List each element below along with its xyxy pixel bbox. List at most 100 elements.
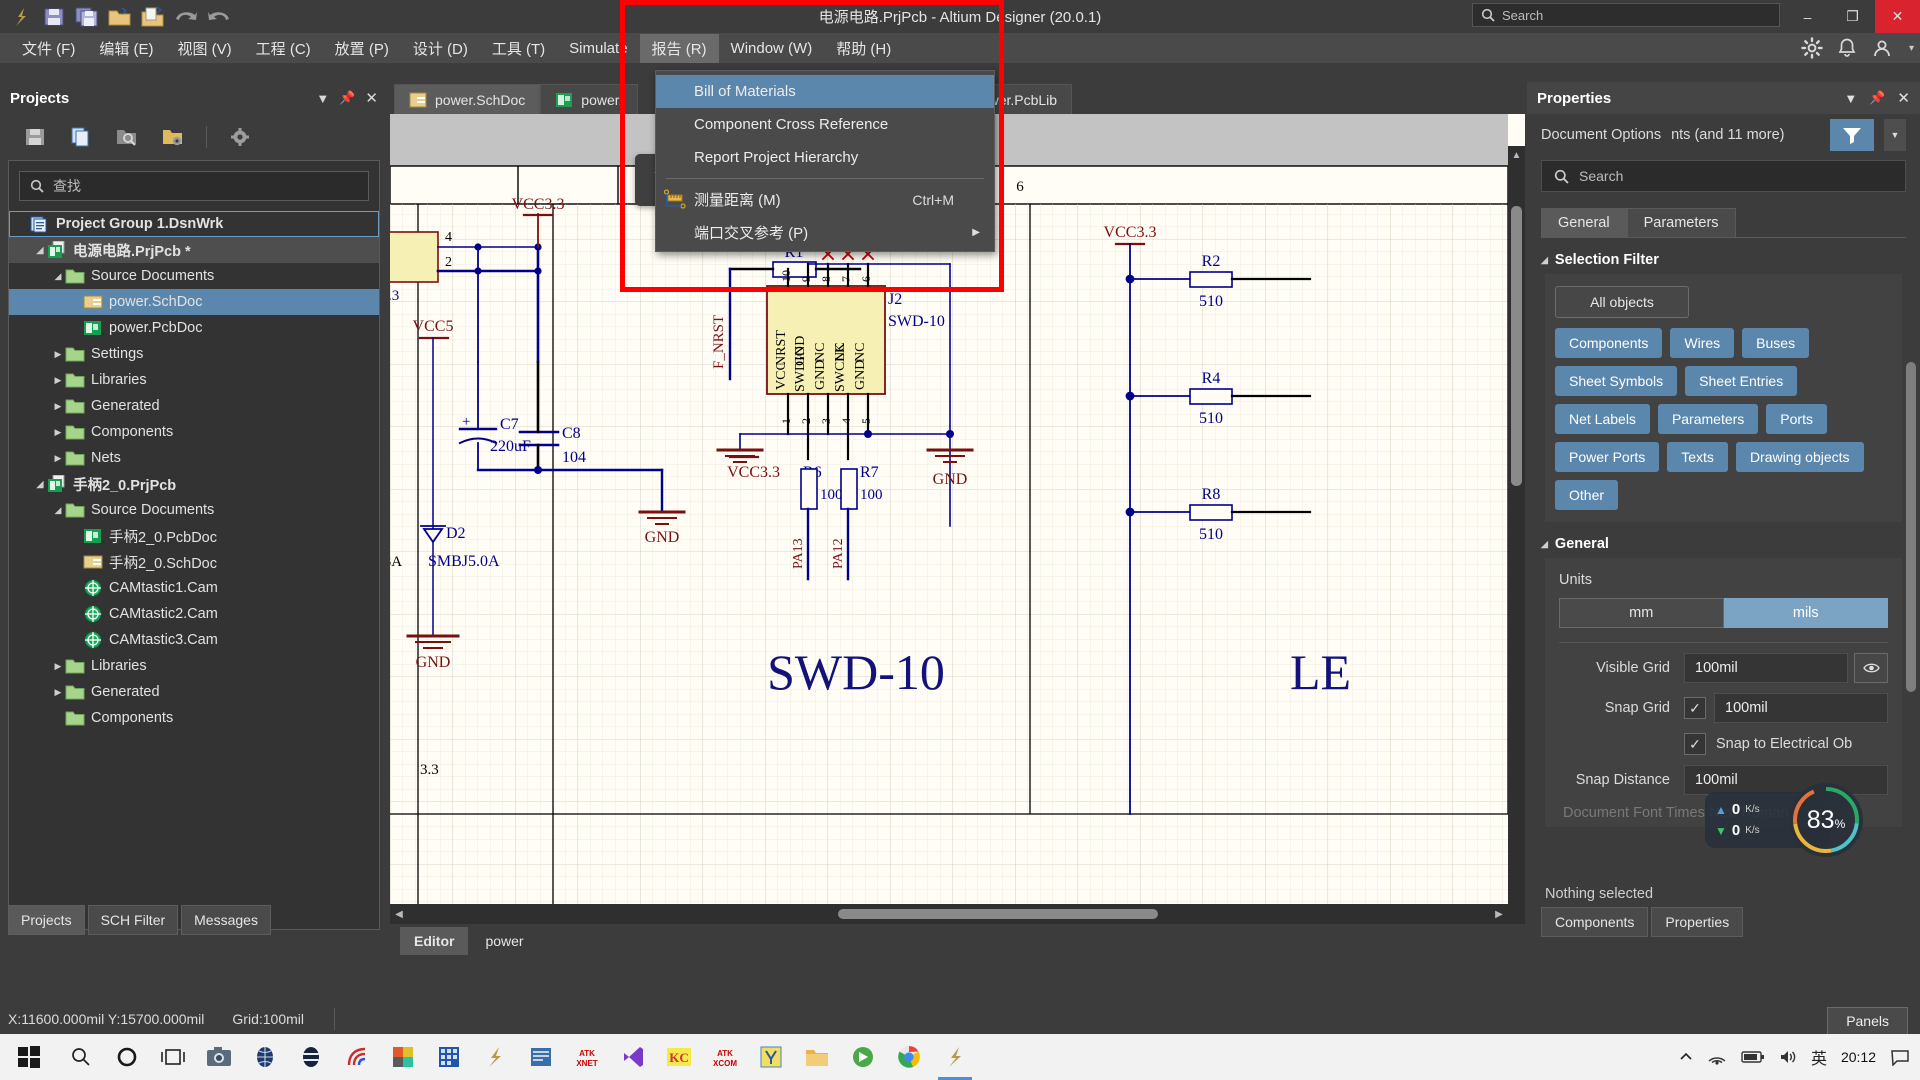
tree-collapse-caret-icon[interactable]: ▶ bbox=[51, 661, 65, 672]
search-folder-icon[interactable] bbox=[114, 124, 140, 150]
filter-chip-components[interactable]: Components bbox=[1555, 328, 1662, 358]
menu-help[interactable]: 帮助 (H) bbox=[824, 34, 903, 63]
tray-chevron-icon[interactable] bbox=[1679, 1050, 1693, 1064]
settings-gear-icon[interactable] bbox=[1801, 37, 1823, 59]
app-red-swirl-icon[interactable] bbox=[334, 1034, 380, 1080]
scroll-right-arrow-icon[interactable]: ▶ bbox=[1490, 904, 1508, 924]
panel-dropdown-icon[interactable]: ▼ bbox=[316, 91, 329, 106]
menu-file[interactable]: 文件 (F) bbox=[10, 34, 87, 63]
tree-item[interactable]: 手柄2_0.PcbDoc bbox=[9, 523, 379, 549]
visible-grid-eye-icon[interactable] bbox=[1854, 653, 1888, 683]
tab-parameters[interactable]: Parameters bbox=[1627, 208, 1736, 237]
doc-tab-power-schdoc[interactable]: power.SchDoc bbox=[394, 84, 540, 114]
tree-item[interactable]: ▶Libraries bbox=[9, 653, 379, 679]
app-globe-icon[interactable] bbox=[242, 1034, 288, 1080]
menu-report[interactable]: 报告 (R) bbox=[640, 34, 719, 63]
task-view-icon[interactable] bbox=[150, 1034, 196, 1080]
tab-properties[interactable]: Properties bbox=[1651, 907, 1743, 937]
undo-icon[interactable] bbox=[171, 3, 201, 31]
menu-window[interactable]: Window (W) bbox=[719, 36, 825, 61]
user-account-icon[interactable] bbox=[1871, 37, 1895, 59]
tab-projects[interactable]: Projects bbox=[8, 905, 85, 935]
taskbar-clock[interactable]: 20:12 bbox=[1841, 1049, 1876, 1065]
menu-bill-of-materials[interactable]: Bill of Materials bbox=[656, 75, 994, 108]
menu-measure-distance[interactable]: 测量距离 (M) Ctrl+M bbox=[656, 183, 994, 216]
filter-chip-net-labels[interactable]: Net Labels bbox=[1555, 404, 1650, 434]
tree-expand-caret-icon[interactable]: ◢ bbox=[33, 479, 47, 490]
units-mm-option[interactable]: mm bbox=[1559, 598, 1724, 628]
tree-item[interactable]: Components bbox=[9, 705, 379, 731]
canvas-horizontal-scrollbar[interactable]: ◀ ▶ bbox=[390, 904, 1508, 924]
notification-icon[interactable] bbox=[1890, 1048, 1910, 1066]
windows-start-icon[interactable] bbox=[0, 1034, 58, 1080]
snap-grid-input[interactable]: 100mil bbox=[1714, 693, 1888, 723]
projects-settings-gear-icon[interactable] bbox=[227, 124, 253, 150]
tree-item[interactable]: ▶Nets bbox=[9, 445, 379, 471]
atk-xnet-icon[interactable]: ATKXNET bbox=[564, 1034, 610, 1080]
vscode-icon[interactable] bbox=[610, 1034, 656, 1080]
tab-editor[interactable]: Editor bbox=[400, 927, 468, 955]
tree-collapse-caret-icon[interactable]: ▶ bbox=[51, 375, 65, 386]
app-blue-grid-icon[interactable] bbox=[426, 1034, 472, 1080]
tab-components[interactable]: Components bbox=[1541, 907, 1648, 937]
tree-collapse-caret-icon[interactable]: ▶ bbox=[51, 687, 65, 698]
tree-collapse-caret-icon[interactable]: ▶ bbox=[51, 453, 65, 464]
kc-icon[interactable]: KC bbox=[656, 1034, 702, 1080]
tab-power[interactable]: power bbox=[471, 927, 537, 955]
redo-icon[interactable] bbox=[204, 3, 234, 31]
filter-chip-wires[interactable]: Wires bbox=[1670, 328, 1734, 358]
open-folder-icon[interactable] bbox=[105, 3, 135, 31]
tab-general[interactable]: General bbox=[1541, 208, 1627, 237]
panels-button[interactable]: Panels bbox=[1827, 1007, 1908, 1035]
projects-search-input[interactable]: 查找 bbox=[19, 171, 369, 201]
tree-item[interactable]: CAMtastic3.Cam bbox=[9, 627, 379, 653]
maximize-button[interactable]: ❐ bbox=[1830, 0, 1875, 33]
panel-close-icon[interactable]: ✕ bbox=[1897, 89, 1910, 107]
tree-item[interactable]: ◢Source Documents bbox=[9, 263, 379, 289]
doc-tab-power-pcbdoc[interactable]: power. bbox=[540, 84, 637, 114]
canvas-vertical-scrollbar[interactable]: ▲ ▼ bbox=[1508, 146, 1525, 924]
close-button[interactable]: ✕ bbox=[1875, 0, 1920, 33]
properties-scrollbar[interactable] bbox=[1906, 332, 1916, 992]
filter-chip-sheet-entries[interactable]: Sheet Entries bbox=[1685, 366, 1797, 396]
tree-item[interactable]: ▶Generated bbox=[9, 393, 379, 419]
app-green-icon[interactable] bbox=[840, 1034, 886, 1080]
tree-item[interactable]: ▶Settings bbox=[9, 341, 379, 367]
properties-search-input[interactable]: Search bbox=[1541, 160, 1906, 192]
menu-design[interactable]: 设计 (D) bbox=[401, 34, 480, 63]
menu-overflow-chevron-icon[interactable]: ▾ bbox=[1909, 43, 1914, 54]
menu-tools[interactable]: 工具 (T) bbox=[480, 34, 557, 63]
menu-simulate[interactable]: Simulate bbox=[557, 36, 639, 61]
search-icon[interactable] bbox=[58, 1034, 104, 1080]
chrome-icon[interactable] bbox=[886, 1034, 932, 1080]
snap-electrical-checkbox[interactable]: ✓ bbox=[1684, 733, 1706, 755]
scroll-up-arrow-icon[interactable]: ▲ bbox=[1508, 146, 1525, 164]
panel-close-icon[interactable]: ✕ bbox=[365, 89, 378, 107]
tree-item[interactable]: 手柄2_0.SchDoc bbox=[9, 549, 379, 575]
tab-sch-filter[interactable]: SCH Filter bbox=[88, 905, 179, 935]
tab-messages[interactable]: Messages bbox=[181, 905, 271, 935]
network-icon[interactable] bbox=[1707, 1049, 1727, 1065]
open-document-icon[interactable] bbox=[138, 3, 168, 31]
filter-chip-texts[interactable]: Texts bbox=[1667, 442, 1728, 472]
menu-place[interactable]: 放置 (P) bbox=[323, 34, 401, 63]
menu-port-cross-reference[interactable]: 端口交叉参考 (P) ▶ bbox=[656, 216, 994, 249]
global-search-input[interactable]: Search bbox=[1472, 3, 1780, 27]
menu-edit[interactable]: 编辑 (E) bbox=[87, 34, 165, 63]
visible-grid-input[interactable]: 100mil bbox=[1684, 653, 1848, 683]
app-yellow-icon[interactable] bbox=[748, 1034, 794, 1080]
documents-icon[interactable] bbox=[68, 124, 94, 150]
tree-item[interactable]: power.SchDoc bbox=[9, 289, 379, 315]
save-project-icon[interactable] bbox=[22, 124, 48, 150]
units-mils-option[interactable]: mils bbox=[1724, 598, 1889, 628]
tree-item[interactable]: CAMtastic2.Cam bbox=[9, 601, 379, 627]
tree-item[interactable]: ▶Generated bbox=[9, 679, 379, 705]
filter-chip-ports[interactable]: Ports bbox=[1766, 404, 1827, 434]
tree-item[interactable]: power.PcbDoc bbox=[9, 315, 379, 341]
horizontal-scroll-thumb[interactable] bbox=[838, 909, 1158, 919]
menu-component-cross-reference[interactable]: Component Cross Reference bbox=[656, 108, 994, 141]
battery-icon[interactable] bbox=[1741, 1050, 1765, 1064]
scroll-left-arrow-icon[interactable]: ◀ bbox=[390, 904, 408, 924]
ime-indicator[interactable]: 英 bbox=[1811, 1045, 1827, 1069]
camera-icon[interactable] bbox=[196, 1034, 242, 1080]
